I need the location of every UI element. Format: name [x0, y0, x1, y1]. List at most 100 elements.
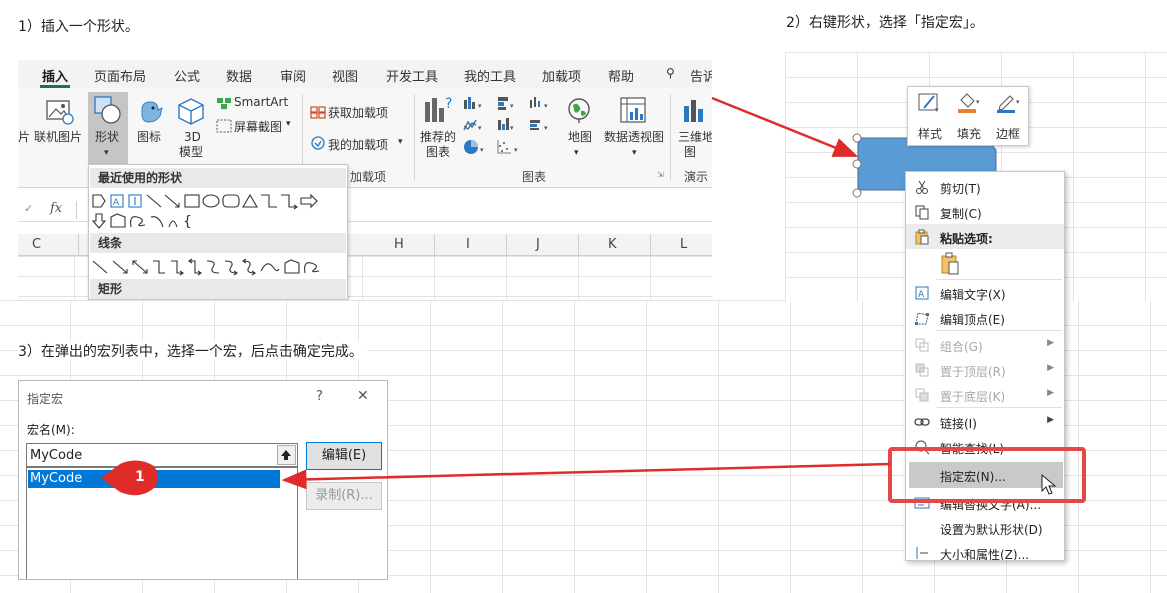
tab-help[interactable]: 帮助: [608, 66, 634, 85]
tab-my-tools[interactable]: 我的工具: [464, 66, 516, 85]
dialog-launcher-icon[interactable]: ⇲: [657, 170, 664, 179]
svg-text:A: A: [918, 290, 925, 300]
formula-divider: [76, 201, 77, 219]
svg-text:▾: ▾: [935, 106, 939, 114]
rectangles-header: 矩形: [90, 279, 346, 299]
step1-caption: 1）插入一个形状。: [18, 19, 139, 35]
menu-item-link[interactable]: 链接(I) ▶: [906, 409, 1064, 434]
map3d-line1[interactable]: 三维地: [678, 130, 712, 144]
column-c[interactable]: C: [32, 237, 41, 252]
column-l[interactable]: L: [680, 237, 687, 252]
svg-text:▾: ▾: [510, 102, 514, 110]
style-icon: ▾: [918, 93, 939, 114]
menu-item-edit-points[interactable]: 编辑顶点(E): [906, 305, 1064, 330]
shapes-label: 形状: [95, 130, 120, 144]
chart-types-icons: ▾ ▾ ▾ ▾ ▾ ▾ ▾ ▾: [463, 97, 548, 154]
tab-addins[interactable]: 加载项: [542, 66, 581, 85]
tab-tell-me[interactable]: 告诉: [690, 66, 712, 85]
chevron-down-icon: ▾: [286, 119, 291, 129]
menu-item-label: 智能查找(L): [940, 442, 1005, 456]
close-icon[interactable]: ✕: [357, 388, 369, 404]
online-pictures-icon: [46, 100, 74, 125]
shapes-icon: [94, 96, 121, 124]
function-icon[interactable]: fx: [50, 201, 62, 216]
model3d-label-line2[interactable]: 模型: [179, 145, 203, 159]
clipboard-icon: [915, 229, 929, 245]
group-icon: [915, 338, 929, 352]
ribbon-screenshot: 插入 页面布局 公式 数据 审阅 视图 开发工具 我的工具 加载项 帮助 ⚲ 告…: [18, 60, 712, 300]
macro-name-label: 宏名(M):: [27, 423, 75, 437]
screenshot-button[interactable]: 屏幕截图: [234, 118, 282, 135]
cancel-icon[interactable]: ✓: [24, 202, 33, 215]
record-button: 录制(R)...: [306, 482, 382, 510]
cut-off-label: 片: [18, 130, 31, 144]
tab-view[interactable]: 视图: [332, 66, 358, 85]
smartart-button[interactable]: SmartArt: [234, 95, 288, 109]
recommended-charts-line1[interactable]: 推荐的: [420, 130, 456, 144]
chevron-down-icon: ▾: [398, 137, 403, 147]
col-divider: [506, 234, 507, 256]
map3d-icon: [684, 100, 703, 122]
tab-formulas[interactable]: 公式: [174, 66, 200, 85]
list-item-selected[interactable]: MyCode: [28, 470, 280, 488]
menu-item-cut[interactable]: 剪切(T): [906, 174, 1064, 199]
menu-item-size-properties[interactable]: 大小和属性(Z)...: [906, 540, 1064, 560]
my-addins-button[interactable]: 我的加载项: [328, 136, 388, 153]
border-button[interactable]: 边框: [996, 125, 1020, 142]
menu-item-smart-lookup[interactable]: 智能查找(L): [906, 434, 1064, 459]
fill-bucket-icon: ▾: [958, 93, 980, 113]
pivot-chart-button[interactable]: 数据透视图: [604, 130, 664, 144]
mouse-cursor-icon: [1041, 474, 1057, 495]
recent-shapes-row1[interactable]: A: [89, 191, 347, 211]
tab-data[interactable]: 数据: [226, 66, 252, 85]
tab-insert[interactable]: 插入: [42, 66, 68, 85]
maps-button[interactable]: 地图: [568, 130, 592, 144]
tab-review[interactable]: 审阅: [280, 66, 306, 85]
chevron-down-icon: ▾: [574, 148, 579, 158]
link-icon: [914, 418, 930, 426]
recent-shapes-header: 最近使用的形状: [90, 168, 346, 188]
step3-caption-bg: 3）在弹出的宏列表中，选择一个宏，后点击确定完成。: [18, 341, 367, 361]
recent-shapes-row2[interactable]: {: [89, 211, 347, 231]
column-j[interactable]: J: [536, 237, 540, 252]
map3d-line2[interactable]: 图: [684, 145, 696, 159]
model3d-label-line1[interactable]: 3D: [184, 130, 201, 144]
menu-item-edit-text[interactable]: A 编辑文字(X): [906, 280, 1064, 305]
svg-text:▾: ▾: [544, 102, 548, 110]
style-button[interactable]: 样式: [918, 125, 942, 142]
line-shapes-row[interactable]: [89, 257, 347, 277]
macro-name-input[interactable]: MyCode: [26, 443, 298, 467]
online-pictures-button[interactable]: 联机图片: [34, 130, 82, 144]
column-i[interactable]: I: [466, 237, 470, 252]
tab-developer[interactable]: 开发工具: [386, 66, 438, 85]
globe-icon: [568, 98, 590, 123]
help-button[interactable]: ?: [316, 389, 323, 404]
paste-clipboard-icon[interactable]: [940, 252, 962, 276]
icons-button[interactable]: 图标: [137, 130, 161, 144]
edit-points-icon: [915, 312, 929, 325]
menu-item-copy[interactable]: 复制(C): [906, 199, 1064, 224]
tab-page-layout[interactable]: 页面布局: [94, 66, 146, 85]
recommended-charts-icon: ?: [425, 96, 452, 122]
alt-text-icon: [914, 497, 930, 509]
size-icon: [916, 547, 928, 559]
list-item-label: MyCode: [30, 471, 83, 486]
svg-text:▾: ▾: [480, 146, 484, 154]
search-icon[interactable]: ⚲: [666, 66, 675, 80]
chevron-down-icon: ▾: [632, 148, 637, 158]
recommended-charts-line2[interactable]: 图表: [426, 145, 450, 159]
collapse-button[interactable]: [277, 445, 296, 465]
menu-item-label: 编辑替换文字(A)...: [940, 498, 1042, 512]
fill-button[interactable]: 填充: [957, 125, 981, 142]
context-menu: 剪切(T) 复制(C) 粘贴选项: A 编辑文字(X) 编辑顶点(E) 组合(G…: [905, 171, 1065, 561]
menu-separator: [936, 407, 1062, 408]
get-addins-button[interactable]: 获取加载项: [328, 104, 388, 121]
macro-list[interactable]: MyCode: [26, 467, 298, 579]
column-h[interactable]: H: [394, 237, 404, 252]
edit-button[interactable]: 编辑(E): [306, 442, 382, 470]
menu-item-set-default-shape[interactable]: 设置为默认形状(D): [906, 515, 1064, 540]
menu-item-bring-front: 置于顶层(R) ▶: [906, 357, 1064, 382]
dialog-title: 指定宏: [27, 392, 64, 406]
column-k[interactable]: K: [608, 237, 617, 252]
scissors-icon: [916, 180, 928, 194]
